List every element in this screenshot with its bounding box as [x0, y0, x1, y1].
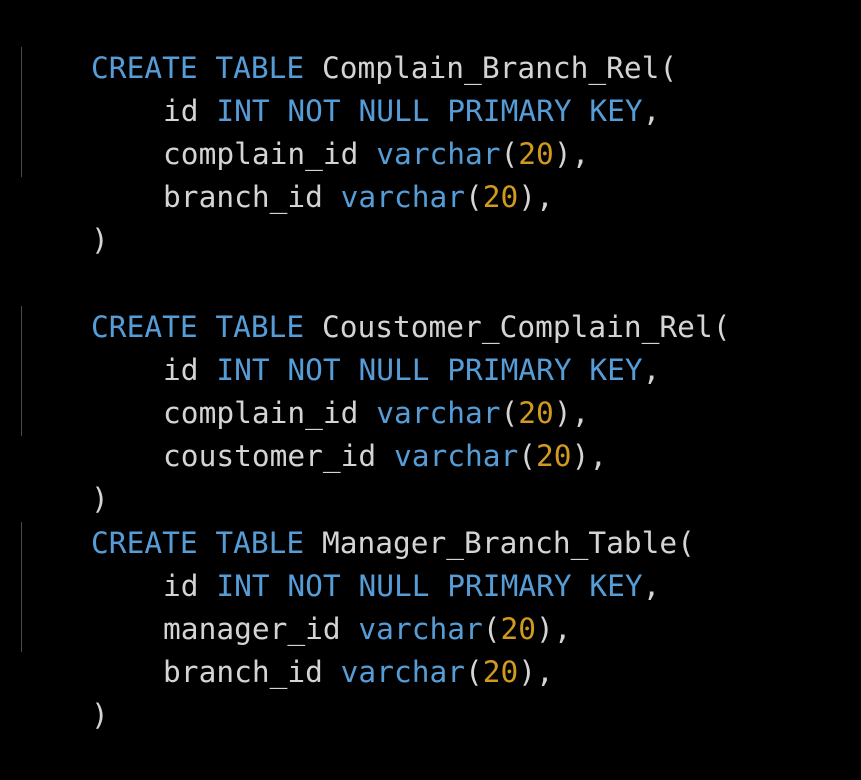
open-paren: ( [465, 180, 483, 214]
number-literal: 20 [536, 439, 572, 473]
code-line-create-table: CREATE TABLE Complain_Branch_Rel( [20, 4, 677, 85]
code-line-column: complain_id varchar(20), [20, 349, 589, 430]
code-line-create-table: CREATE TABLE Manager_Branch_Table( [20, 479, 695, 560]
code-line-column: manager_id varchar(20), [20, 565, 572, 646]
column-name: branch_id [163, 655, 323, 689]
code-line-close-paren: ) [20, 435, 109, 516]
comma: , [642, 94, 661, 128]
keyword: KEY [589, 353, 643, 387]
comma: , [642, 353, 661, 387]
close-paren-comma: ), [518, 655, 554, 689]
code-line-column: coustomer_id varchar(20), [20, 392, 607, 473]
comma: , [642, 569, 661, 603]
code-line-close-paren: ) [20, 651, 109, 732]
close-paren: ) [91, 223, 109, 257]
keyword: KEY [589, 94, 643, 128]
number-literal: 20 [482, 655, 519, 689]
code-editor[interactable]: CREATE TABLE Complain_Branch_Rel( id INT… [0, 0, 861, 732]
code-line-close-paren: ) [20, 176, 109, 257]
column-name: coustomer_id [163, 439, 377, 473]
code-line-create-table: CREATE TABLE Coustomer_Complain_Rel( [20, 263, 730, 344]
close-paren-comma: ), [518, 180, 554, 214]
type-keyword: varchar [340, 180, 465, 214]
close-paren-comma: ), [553, 137, 590, 171]
code-line-column: branch_id varchar(20), [20, 133, 554, 214]
type-keyword: varchar [393, 439, 519, 473]
open-paren: ( [518, 439, 537, 473]
code-line-column: complain_id varchar(20), [20, 90, 589, 171]
type-keyword: varchar [340, 655, 465, 689]
code-line-column-id: id INT NOT NULL PRIMARY KEY, [20, 47, 660, 128]
code-line-column-id: id INT NOT NULL PRIMARY KEY, [20, 306, 660, 387]
code-line-column-id: id INT NOT NULL PRIMARY KEY, [20, 522, 660, 603]
close-paren-comma: ), [571, 439, 608, 473]
number-literal: 20 [482, 180, 519, 214]
open-paren: ( [465, 655, 483, 689]
keyword: KEY [589, 569, 643, 603]
close-paren: ) [91, 698, 109, 732]
code-line-column: branch_id varchar(20), [20, 608, 554, 689]
column-name: branch_id [163, 180, 323, 214]
